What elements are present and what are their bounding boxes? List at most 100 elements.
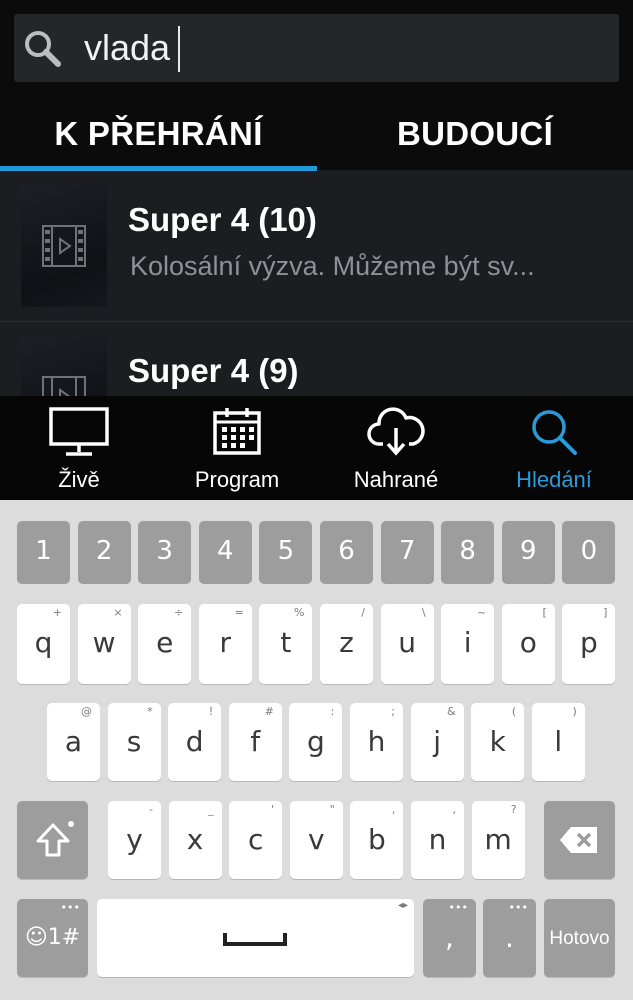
key-0[interactable]: 0 [562,521,616,584]
key-label: 7 [398,536,416,566]
key-label: u [398,626,416,659]
key-hint: ? [510,803,517,816]
key-hint: * [147,705,153,718]
key-2[interactable]: 2 [77,521,131,584]
key-i[interactable]: ~ i [441,604,495,684]
nav-recorded-label: Nahrané [353,467,439,492]
tab-to-play[interactable]: K PŘEHRÁNÍ [0,100,317,168]
keyboard: 1 2 3 4 5 6 7 8 9 0 + q × w ÷ e = r% t / z \ u ~ i[o] p @ a * s! d # f: g… [0,500,633,1000]
key-a[interactable]: @ a [47,703,100,781]
key-hint: ( [511,705,517,718]
key-label: Hotovo [549,928,610,949]
key-hint: [ [542,606,547,619]
key-q[interactable]: + q [17,604,70,684]
key-o[interactable]: [o [501,604,555,684]
key-f[interactable]: # f [228,703,282,781]
shift-key[interactable] [17,801,88,879]
top-bar: vlada K PŘEHRÁNÍ BUDOUCÍ [0,0,633,171]
key-hint: - [149,803,153,816]
key-e[interactable]: ÷ e [138,604,192,684]
key-6[interactable]: 6 [320,521,373,584]
key-hint: ; [391,705,395,718]
key-label: p [580,626,598,659]
list-item[interactable]: Super 4 (9) [0,322,633,396]
cloud-download-icon [367,407,425,456]
key-hint: ] [603,606,608,619]
key-h[interactable]: ; h [350,703,403,781]
text-cursor [178,26,180,72]
key-label: 3 [156,536,173,566]
key-j[interactable]: & j [410,703,464,781]
done-key[interactable]: Hotovo [544,899,615,977]
key-7[interactable]: 7 [380,521,434,584]
key-c[interactable]: ' c [229,801,283,879]
key-r[interactable]: = r [198,604,252,684]
space-key[interactable]: ◂▸ [97,899,414,977]
key-z[interactable]: / z [320,604,373,684]
search-input[interactable]: vlada [84,24,170,72]
key-label: 5 [277,536,295,566]
key-hint: ) [572,705,577,718]
key-y[interactable]: -y [108,801,161,879]
key-k[interactable]: (k [471,703,525,781]
list-item[interactable]: Super 4 (10) Kolosální výzva. Můžeme být… [0,171,633,322]
nav-search[interactable]: Hledání [475,396,633,500]
tab-upcoming[interactable]: BUDOUCÍ [317,100,633,168]
key-m[interactable]: ? m [471,801,525,879]
key-label: e [156,626,174,659]
key-hint: ~ [476,606,487,619]
comma-key[interactable]: , ••• [423,899,476,977]
key-label: s [126,725,142,758]
key-label: w [92,626,116,659]
key-3[interactable]: 3 [138,521,192,584]
key-label: h [367,725,386,758]
bottom-nav: Živě Program Nahrané Hledání [0,396,633,500]
key-v[interactable]: " v [289,801,343,879]
key-s[interactable]: * s [107,703,161,781]
item-title: Super 4 (10) [128,201,317,238]
key-d[interactable]: ! d [168,703,222,781]
key-l[interactable]: ) l [531,703,585,781]
search-icon [532,410,577,455]
backspace-key[interactable] [544,801,615,879]
video-icon [42,376,86,396]
key-label: c [247,823,264,856]
key-w[interactable]: × w [77,604,131,684]
key-label: ☺1# [24,925,81,950]
key-label: r [219,626,232,659]
key-t[interactable]: % t [259,604,313,684]
nav-search-label: Hledání [516,467,592,492]
key-label: 8 [459,536,476,566]
key-label: j [433,725,441,758]
key-hint: ' [271,803,275,816]
key-5[interactable]: 5 [259,521,313,584]
key-4[interactable]: 4 [198,521,252,584]
key-b[interactable]: ,b [350,801,404,879]
nav-recorded[interactable]: Nahrané [317,396,475,500]
backspace-icon [560,827,597,853]
key-label: 0 [580,536,598,566]
nav-live-label: Živě [58,467,100,492]
nav-live[interactable]: Živě [0,396,158,500]
key-1[interactable]: 1 [17,521,70,584]
key-hint: × [113,606,123,619]
key-p[interactable]: ] p [562,604,616,684]
key-hint: : [330,705,335,718]
key-label: q [34,626,53,659]
key-label: a [64,725,83,758]
key-hint: & [447,705,456,718]
key-hint: _ [208,803,214,816]
key-x[interactable]: _ x [168,801,222,879]
key-8[interactable]: 8 [441,521,495,584]
key-g[interactable]: :g [289,703,343,781]
period-key[interactable]: . ••• [483,899,536,977]
key-u[interactable]: \ u [380,604,434,684]
tv-icon [49,407,109,456]
key-n[interactable]: ,n [411,801,464,879]
key-9[interactable]: 9 [501,521,555,584]
key-label: 4 [217,536,234,566]
search-field[interactable]: vlada [14,14,619,82]
key-label: k [489,725,506,758]
nav-program[interactable]: Program [158,396,316,500]
emoji-key[interactable]: ☺1# ••• [17,899,88,977]
